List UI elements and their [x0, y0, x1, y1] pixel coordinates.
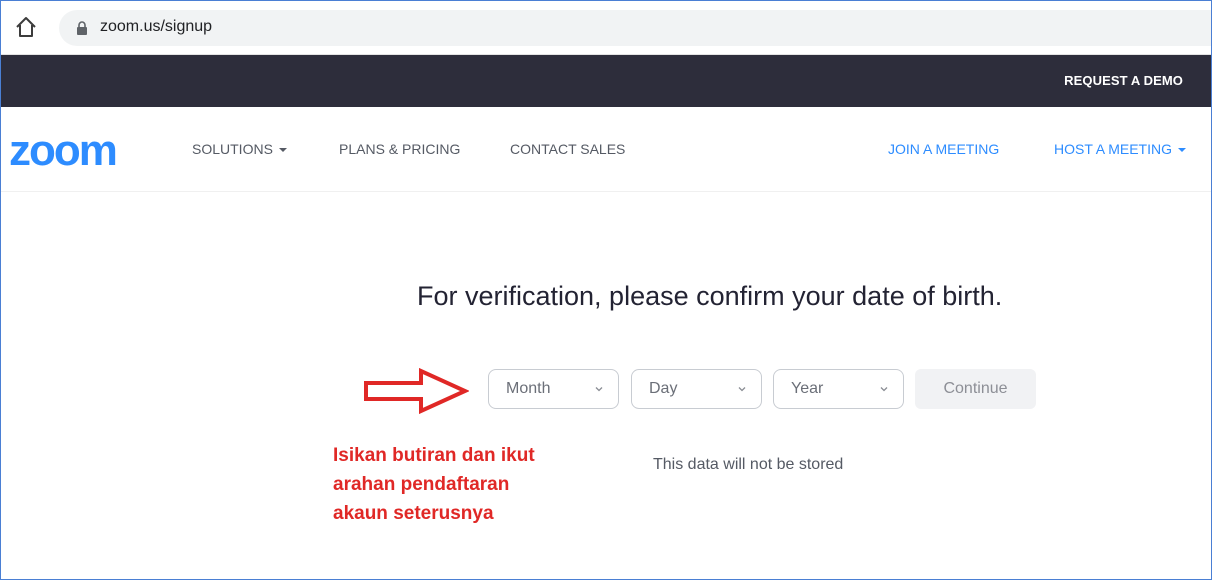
nav-solutions-label: SOLUTIONS: [192, 141, 273, 157]
nav-plans-pricing[interactable]: PLANS & PRICING: [339, 141, 460, 157]
url-text: zoom.us/signup: [100, 18, 213, 35]
annotation-line-3: akaun seterusnya: [333, 503, 494, 524]
caret-down-icon: [278, 148, 287, 153]
month-placeholder: Month: [506, 380, 551, 397]
arrow-right-icon: [364, 368, 469, 414]
nav-join-meeting[interactable]: JOIN A MEETING: [888, 141, 999, 157]
month-select[interactable]: Month: [488, 369, 619, 409]
chevron-down-icon: [880, 387, 888, 392]
chevron-down-icon: [595, 387, 603, 392]
page-title: For verification, please confirm your da…: [417, 281, 1003, 311]
lock-icon: [77, 21, 87, 35]
chevron-down-icon: [738, 387, 746, 392]
annotation-line-1: Isikan butiran dan ikut: [333, 445, 535, 466]
year-placeholder: Year: [791, 380, 824, 397]
annotation-line-2: arahan pendaftaran: [333, 474, 510, 495]
nav-contact-sales[interactable]: CONTACT SALES: [510, 141, 625, 157]
nav-host-meeting[interactable]: HOST A MEETING: [1054, 141, 1186, 157]
zoom-logo[interactable]: zoom: [9, 129, 118, 173]
home-icon[interactable]: [13, 14, 39, 40]
top-banner: REQUEST A DEMO: [1, 55, 1211, 107]
continue-button[interactable]: Continue: [915, 369, 1036, 409]
url-field[interactable]: zoom.us/signup: [59, 10, 1211, 46]
year-select[interactable]: Year: [773, 369, 904, 409]
day-placeholder: Day: [649, 380, 678, 397]
storage-note: This data will not be stored: [653, 456, 844, 473]
request-demo-link[interactable]: REQUEST A DEMO: [1064, 73, 1183, 88]
browser-address-bar: zoom.us/signup: [1, 1, 1211, 55]
nav-solutions[interactable]: SOLUTIONS: [192, 141, 287, 157]
main-nav: zoom SOLUTIONS PLANS & PRICING CONTACT S…: [1, 107, 1211, 192]
nav-host-meeting-label: HOST A MEETING: [1054, 141, 1172, 157]
day-select[interactable]: Day: [631, 369, 762, 409]
annotation-text: Isikan butiran dan ikut arahan pendaftar…: [333, 441, 593, 528]
caret-down-icon: [1178, 148, 1186, 153]
